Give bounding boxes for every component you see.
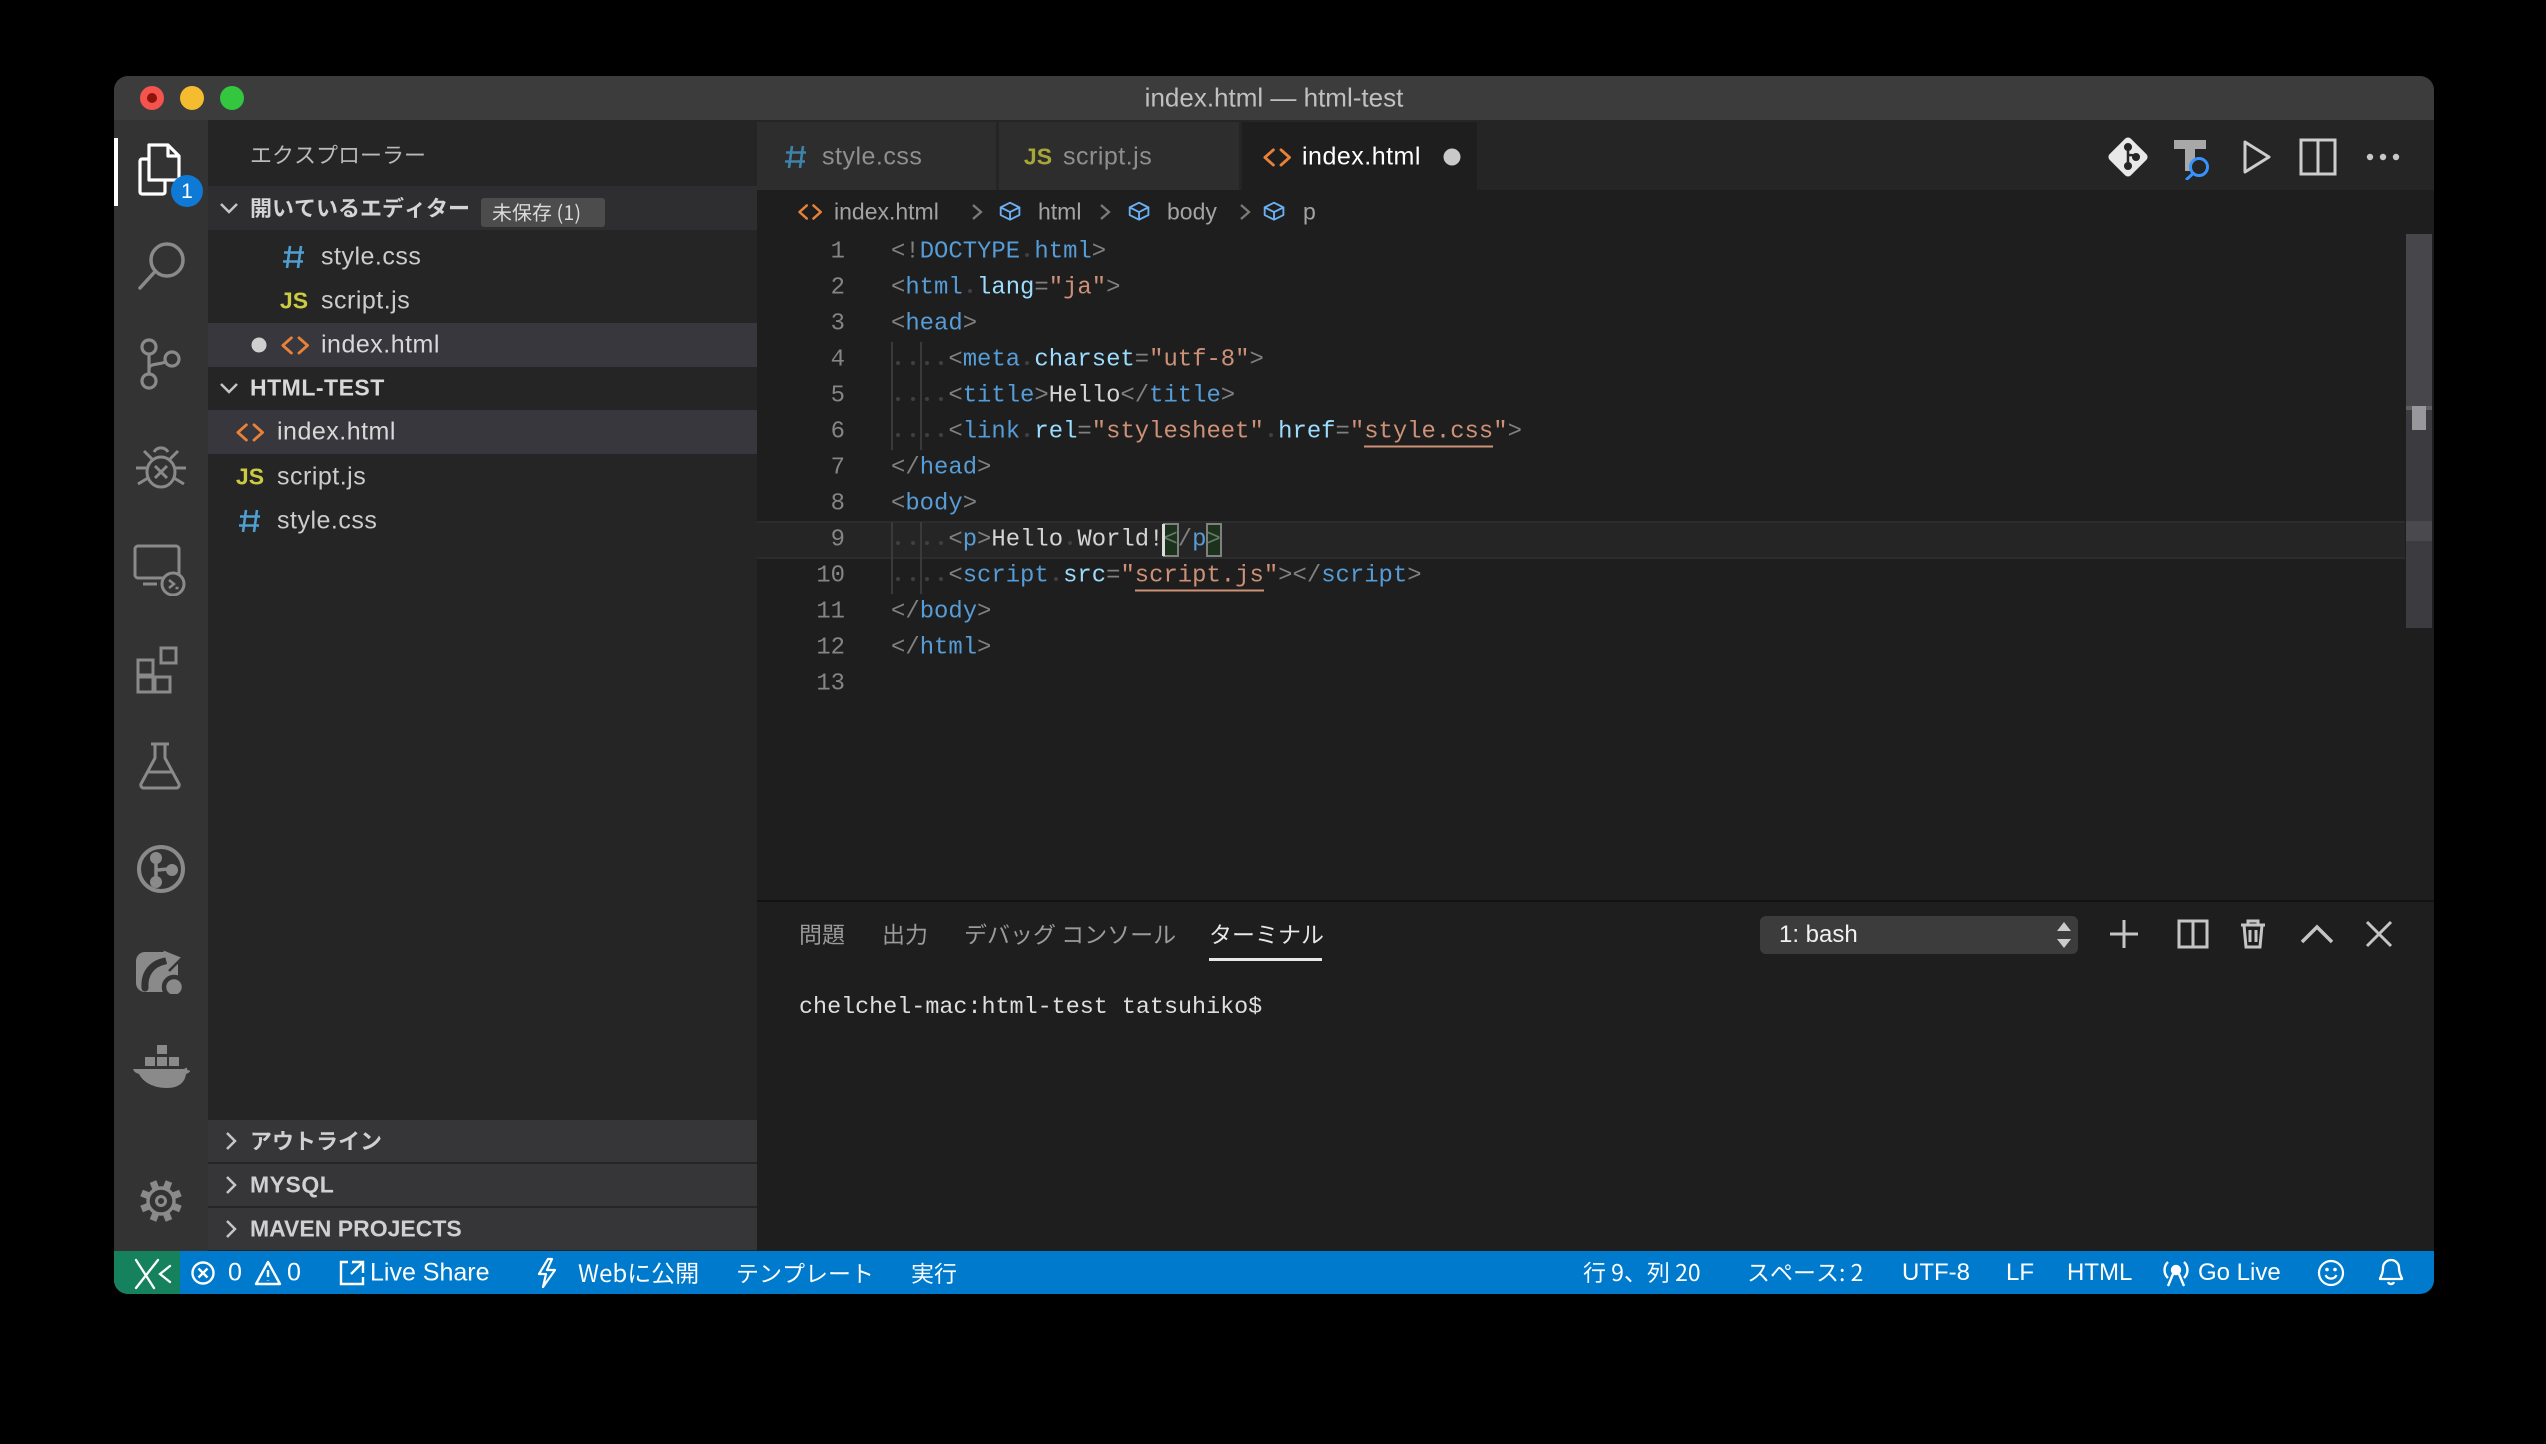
svg-text:1: 1	[181, 180, 193, 203]
